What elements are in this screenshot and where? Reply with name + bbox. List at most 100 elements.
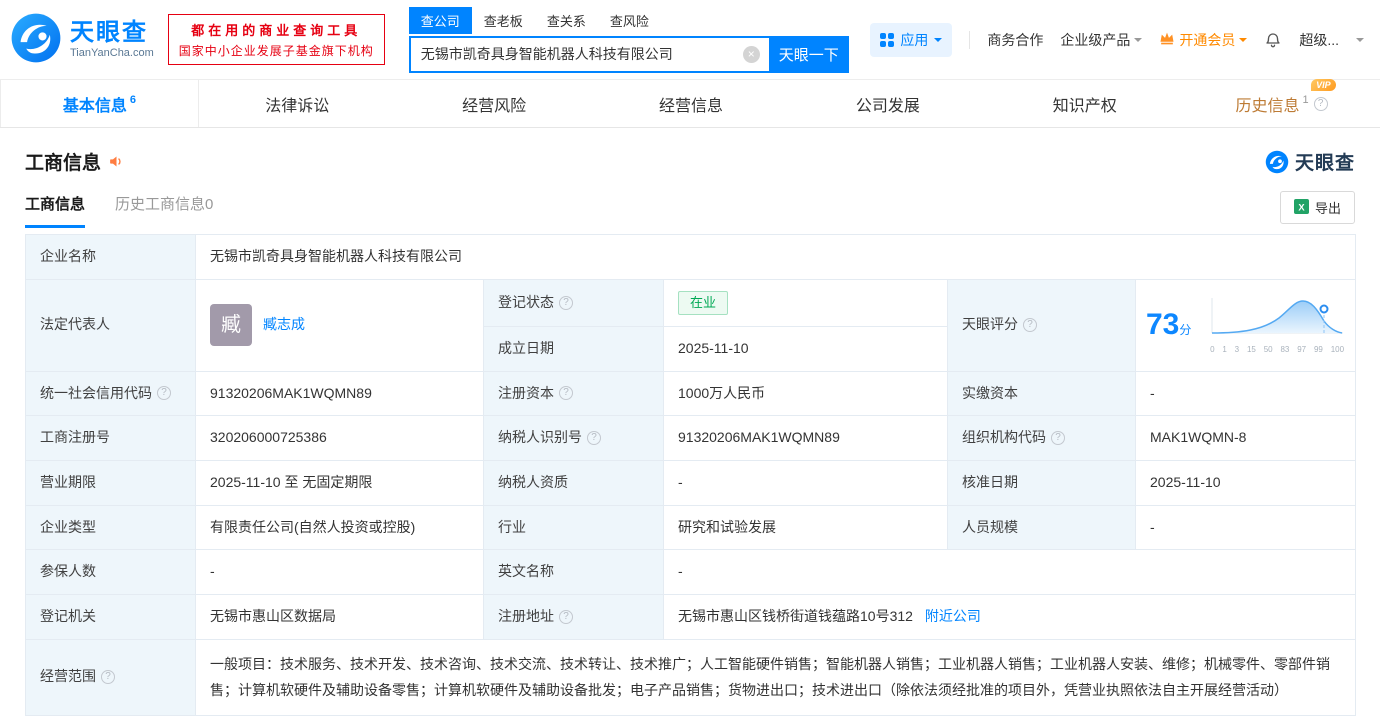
tab-basic-info[interactable]: 基本信息 6: [0, 80, 199, 127]
label-registered-capital: 注册资本: [483, 370, 664, 417]
label-industry: 行业: [483, 504, 664, 551]
label-business-term: 营业期限: [25, 459, 196, 506]
business-info-table: 企业名称 无锡市凯奇具身智能机器人科技有限公司 法定代表人 臧 臧志成 登记状态…: [25, 234, 1357, 716]
table-row: 法定代表人 臧 臧志成 登记状态 在业 天眼评分 73分: [25, 278, 1357, 372]
notification-bell-icon[interactable]: [1264, 31, 1282, 49]
tab-history-info[interactable]: 历史信息 1 VIP: [1183, 78, 1380, 127]
tab-operational-risk-label: 经营风险: [462, 97, 527, 115]
value-company-type: 有限责任公司(自然人投资或控股): [195, 504, 484, 551]
label-credit-code: 统一社会信用代码: [25, 370, 196, 417]
tab-operational-risk[interactable]: 经营风险: [396, 80, 593, 127]
nav-enterprise[interactable]: 企业级产品: [1060, 30, 1143, 50]
help-icon[interactable]: [587, 431, 601, 446]
label-organization-code: 组织机构代码: [947, 415, 1136, 461]
help-icon[interactable]: [1313, 96, 1328, 111]
crown-icon: [1159, 32, 1175, 48]
value-business-scope: 一般项目：技术服务、技术开发、技术咨询、技术交流、技术转让、技术推广；人工智能硬…: [194, 638, 1357, 716]
promo-line2: 国家中小企业发展子基金旗下机构: [178, 44, 374, 58]
search-input[interactable]: [408, 35, 769, 73]
nav-open-vip[interactable]: 开通会员: [1159, 30, 1248, 50]
search-area: 查公司 查老板 查关系 查风险 × 天眼一下: [408, 6, 849, 73]
tab-intellectual-property[interactable]: 知识产权: [986, 80, 1183, 127]
chevron-down-icon: [934, 37, 943, 46]
promo-line1: 都在用的商业查询工具: [191, 23, 362, 38]
sub-tab-bar: 工商信息 历史工商信息0 X 导出: [0, 175, 1380, 230]
announcement-speaker-icon[interactable]: [108, 153, 125, 170]
tab-basic-info-label: 基本信息: [62, 97, 127, 115]
export-button-label: 导出: [1314, 201, 1341, 216]
search-tab-company[interactable]: 查公司: [408, 6, 472, 34]
help-icon[interactable]: [559, 609, 573, 624]
score-number: 73分: [1146, 308, 1192, 342]
table-row: 工商注册号 320206000725386 纳税人识别号 91320206MAK…: [25, 415, 1357, 461]
nav-apps-label: 应用: [900, 31, 929, 48]
status-badge: 在业: [678, 290, 729, 315]
help-icon[interactable]: [101, 670, 115, 685]
value-registration-number: 320206000725386: [195, 415, 484, 461]
value-taxpayer-qualification: -: [663, 459, 948, 506]
value-organization-code: MAK1WQMN-8: [1134, 415, 1357, 461]
value-registered-address: 无锡市惠山区钱桥街道钱蕴路10号312 附近公司: [662, 594, 1357, 640]
table-row: 参保人数 - 英文名称 -: [25, 549, 1357, 595]
search-tab-relation[interactable]: 查关系: [535, 7, 598, 34]
apps-grid-icon: [880, 32, 895, 47]
excel-icon: X: [1293, 198, 1309, 217]
value-registration-status: 在业: [663, 278, 948, 327]
subtab-business-registration[interactable]: 工商信息: [25, 193, 86, 228]
nav-divider: [969, 30, 971, 49]
label-registered-address: 注册地址: [483, 594, 664, 640]
label-staff-size: 人员规模: [947, 504, 1136, 551]
section-header: 工商信息 天眼查: [0, 128, 1380, 175]
label-tianyan-score: 天眼评分: [947, 278, 1136, 372]
value-paid-capital: -: [1134, 370, 1357, 417]
help-icon[interactable]: [559, 295, 573, 310]
chevron-down-icon: [1134, 37, 1143, 46]
label-business-scope: 经营范围: [25, 638, 196, 716]
avatar[interactable]: 臧: [210, 304, 252, 347]
label-company-name: 企业名称: [25, 234, 196, 280]
table-row: 统一社会信用代码 91320206MAK1WQMN89 注册资本 1000万人民…: [25, 370, 1357, 417]
value-registered-capital: 1000万人民币: [663, 370, 948, 417]
value-establish-date: 2025-11-10: [663, 325, 948, 372]
tianyancha-logo[interactable]: 天眼查 TianYanCha.com: [10, 12, 154, 67]
search-button[interactable]: 天眼一下: [768, 35, 849, 73]
search-tab-risk[interactable]: 查风险: [598, 7, 661, 34]
label-company-type: 企业类型: [25, 504, 196, 551]
score-axis-labels: 0 1 3 15 50 83 97 99 100: [1210, 344, 1345, 354]
value-legal-representative: 臧 臧志成: [195, 278, 484, 372]
nav-super[interactable]: 超级...: [1299, 30, 1339, 50]
label-establish-date: 成立日期: [483, 325, 664, 372]
tab-history-info-count: 1: [1302, 93, 1309, 106]
chevron-down-icon[interactable]: [1356, 37, 1364, 46]
score-distribution-chart: 0 1 3 15 50 83 97 99 100: [1209, 294, 1345, 356]
tab-history-info-label: 历史信息: [1235, 97, 1300, 115]
value-registration-authority: 无锡市惠山区数据局: [195, 594, 484, 640]
nav-cooperation[interactable]: 商务合作: [987, 30, 1043, 50]
export-button[interactable]: X 导出: [1279, 191, 1355, 224]
help-icon[interactable]: [157, 386, 171, 401]
subtab-history-registration[interactable]: 历史工商信息0: [115, 193, 213, 228]
tab-business-info-label: 经营信息: [659, 97, 724, 115]
clear-search-icon[interactable]: ×: [742, 45, 760, 63]
nav-apps[interactable]: 应用: [870, 22, 953, 57]
help-icon[interactable]: [1023, 318, 1037, 333]
help-icon[interactable]: [559, 386, 573, 401]
tab-business-info[interactable]: 经营信息: [593, 80, 790, 127]
tianyancha-logo-icon: [1265, 150, 1289, 173]
logo-name: 天眼查: [70, 19, 148, 47]
nav-enterprise-label: 企业级产品: [1060, 31, 1131, 48]
legal-representative-link[interactable]: 臧志成: [263, 314, 305, 336]
value-approval-date: 2025-11-10: [1134, 459, 1357, 506]
nearby-companies-link[interactable]: 附近公司: [925, 608, 981, 624]
chevron-down-icon: [1239, 37, 1248, 46]
value-company-name: 无锡市凯奇具身智能机器人科技有限公司: [194, 234, 1357, 280]
table-row: 企业类型 有限责任公司(自然人投资或控股) 行业 研究和试验发展 人员规模 -: [25, 504, 1357, 551]
section-title: 工商信息: [25, 153, 102, 174]
value-tianyan-score: 73分 0 1 3 15 50 83 97 99 100: [1134, 278, 1357, 372]
tab-intellectual-property-label: 知识产权: [1052, 97, 1117, 115]
brand-watermark: 天眼查: [1265, 148, 1355, 175]
help-icon[interactable]: [1051, 431, 1065, 446]
tab-company-development[interactable]: 公司发展: [789, 80, 986, 127]
search-tab-boss[interactable]: 查老板: [472, 7, 535, 34]
tab-legal-proceedings[interactable]: 法律诉讼: [199, 80, 396, 127]
